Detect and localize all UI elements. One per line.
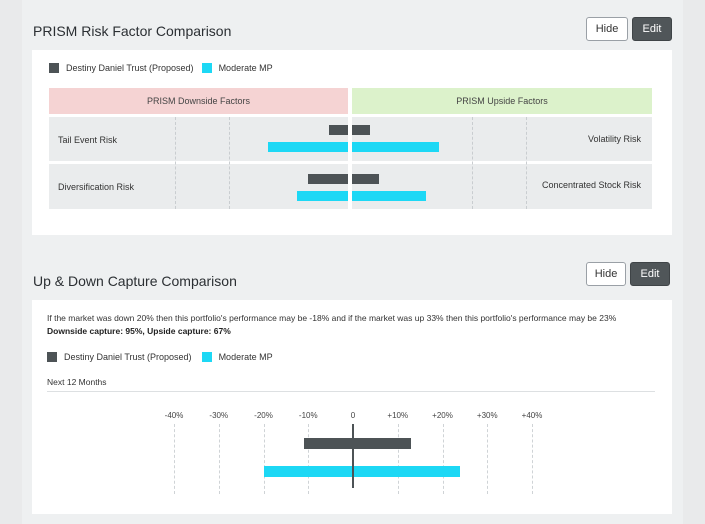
row-label-concentrated-stock-risk: Concentrated Stock Risk [541,180,641,190]
capture-hide-button[interactable]: Hide [586,262,626,286]
prism-hide-button[interactable]: Hide [586,17,628,41]
axis-tick-label: -10% [298,411,318,420]
bar-volatility-moderate [352,142,439,152]
axis-gridline [174,424,175,494]
axis-tick-label: -30% [209,411,229,420]
downside-header: PRISM Downside Factors [49,88,348,114]
legend-swatch-moderate [201,63,212,73]
legend-label-moderate: Moderate MP [218,63,273,73]
capture-bar-proposed [303,438,412,449]
axis-gridline [442,424,444,494]
bar-concentrated-proposed [352,174,379,184]
axis-tick-label: +40% [521,411,543,420]
prism-legend: Destiny Daniel Trust (Proposed) Moderate… [49,63,273,73]
upside-header: PRISM Upside Factors [352,88,652,114]
axis-tick-label: +10% [387,411,409,420]
page-panel: PRISM Risk Factor Comparison Hide Edit D… [22,0,683,524]
prism-edit-button[interactable]: Edit [632,17,672,41]
bar-tail-event-proposed [329,125,348,135]
axis-gridline [532,424,533,494]
capture-edit-button[interactable]: Edit [630,262,670,286]
capture-section-title: Up & Down Capture Comparison [33,273,237,289]
axis-tick-label: -20% [254,411,273,420]
capture-bar-moderate [263,466,461,477]
capture-chart: -40% -30% -20% -10% 0 +10% +20% +30% +40% [32,300,672,514]
capture-card: If the market was down 20% then this por… [32,300,672,514]
axis-gridline [397,424,399,494]
legend-label-proposed: Destiny Daniel Trust (Proposed) [66,63,194,73]
row-label-volatility-risk: Volatility Risk [587,134,641,144]
bar-concentrated-moderate [352,191,426,201]
axis-gridline [218,424,220,494]
axis-tick-label: 0 [350,411,356,420]
bar-diversification-proposed [308,174,348,184]
zero-axis-line [352,424,354,488]
prism-gridline [472,117,473,209]
prism-gridline [229,117,230,209]
bar-tail-event-moderate [268,142,348,152]
bar-volatility-proposed [352,125,370,135]
axis-tick-label: +30% [476,411,498,420]
prism-section-title: PRISM Risk Factor Comparison [33,23,232,39]
axis-tick-label: -40% [164,411,184,420]
prism-gridline [526,117,527,209]
axis-tick-label: +20% [432,411,453,420]
prism-card: Destiny Daniel Trust (Proposed) Moderate… [32,50,672,235]
axis-gridline [487,424,489,494]
legend-swatch-proposed [49,63,59,73]
row-label-tail-event-risk: Tail Event Risk [58,135,118,145]
row-label-diversification-risk: Diversification Risk [58,182,135,192]
bar-diversification-moderate [297,191,348,201]
axis-gridline [308,424,310,494]
axis-gridline [263,424,265,494]
prism-gridline [175,117,176,209]
